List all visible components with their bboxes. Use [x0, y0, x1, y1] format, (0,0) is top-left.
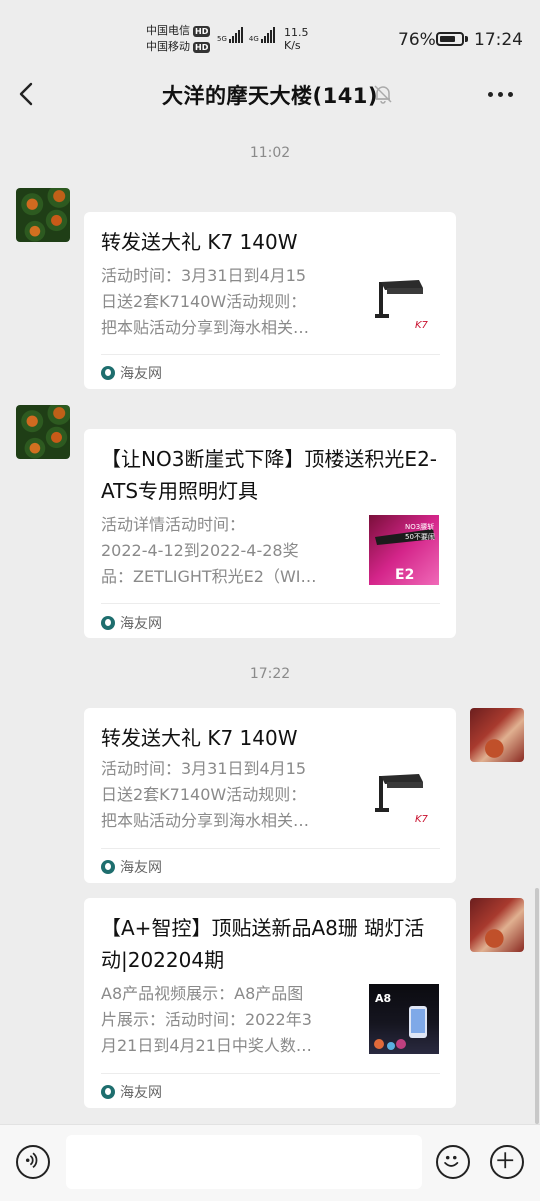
source-logo-icon	[101, 616, 115, 630]
card-source: 海友网	[101, 857, 162, 877]
signal-icons: 5G 4G	[217, 27, 275, 43]
hd-badge: HD	[193, 41, 211, 53]
svg-text:E2: E2	[395, 567, 414, 583]
chat-timestamp: 17:22	[249, 666, 291, 682]
svg-text:K7: K7	[415, 814, 429, 825]
card-title: 转发送大礼 K7 140W	[101, 726, 298, 750]
link-card[interactable]: 转发送大礼 K7 140W 活动时间：3月31日到4月15 日送2套K7140W活…	[84, 708, 456, 883]
carrier-info: 中国电信 HD 中国移动 HD	[146, 23, 211, 55]
card-title: 【A+智控】顶贴送新品A8珊 瑚灯活动|202204期	[101, 916, 425, 972]
carrier-1: 中国电信	[146, 24, 190, 37]
card-description: 活动详情活动时间： 2022-4-12到2022-4-28奖 品：ZETLIGHT积…	[101, 515, 317, 586]
scrollbar[interactable]	[535, 888, 539, 1124]
link-card[interactable]: 【让NO3断崖式下降】顶楼送积光E2-ATS专用照明灯具 活动详情活动时间： 20…	[84, 429, 456, 638]
card-source: 海友网	[101, 1082, 162, 1102]
source-logo-icon	[101, 366, 115, 380]
link-card[interactable]: 转发送大礼 K7 140W 活动时间：3月31日到4月15 日送2套K7140W活…	[84, 212, 456, 389]
card-thumbnail: K7	[369, 768, 439, 838]
battery-icon	[436, 32, 464, 46]
plus-circle-icon[interactable]	[490, 1145, 524, 1179]
message-input[interactable]	[66, 1135, 422, 1189]
card-source: 海友网	[101, 613, 162, 633]
input-bar	[0, 1124, 540, 1201]
signal-4g-icon: 4G	[249, 27, 275, 43]
card-title: 【让NO3断崖式下降】顶楼送积光E2-ATS专用照明灯具	[101, 447, 438, 503]
bell-off-icon	[374, 85, 392, 104]
card-description: 活动时间：3月31日到4月15 日送2套K7140W活动规则： 把本贴活动分享到海水…	[101, 759, 310, 830]
svg-text:A8: A8	[375, 992, 391, 1005]
avatar[interactable]	[16, 405, 70, 459]
voice-icon[interactable]	[16, 1145, 50, 1179]
card-thumbnail: NO3腰斩 50不要闹 E2	[369, 515, 439, 585]
svg-text:NO3腰斩: NO3腰斩	[405, 522, 434, 531]
card-thumbnail: A8	[369, 984, 439, 1054]
chat-title: 大洋的摩天大楼(141)	[161, 84, 379, 108]
chat-timestamp: 11:02	[249, 145, 291, 161]
source-logo-icon	[101, 1085, 115, 1099]
status-time: 17:24	[474, 30, 523, 50]
source-logo-icon	[101, 860, 115, 874]
svg-text:K7: K7	[415, 320, 429, 331]
network-speed: 11.5 K/s	[284, 26, 309, 52]
more-dots-icon[interactable]	[488, 92, 513, 97]
signal-5g-icon: 5G	[217, 27, 243, 43]
chat-header: 大洋的摩天大楼(141)	[0, 62, 540, 126]
battery-percent: 76%	[398, 30, 436, 50]
svg-text:50不要闹: 50不要闹	[405, 533, 435, 541]
avatar[interactable]	[16, 188, 70, 242]
card-thumbnail: K7	[369, 274, 439, 344]
avatar[interactable]	[470, 898, 524, 952]
card-title: 转发送大礼 K7 140W	[101, 230, 298, 254]
carrier-2: 中国移动	[146, 40, 190, 53]
card-description: 活动时间：3月31日到4月15 日送2套K7140W活动规则： 把本贴活动分享到海水…	[101, 266, 310, 337]
status-bar: 中国电信 HD 中国移动 HD 5G 4G 11.5 K/s 76% 17:24	[0, 0, 540, 62]
link-card[interactable]: 【A+智控】顶贴送新品A8珊 瑚灯活动|202204期 A8产品视频展示：A8产…	[84, 898, 456, 1108]
card-source: 海友网	[101, 363, 162, 383]
emoji-icon[interactable]	[436, 1145, 470, 1179]
card-description: A8产品视频展示：A8产品图 片展示：活动时间：2022年3 月21日到4月21日中…	[101, 984, 312, 1055]
avatar[interactable]	[470, 708, 524, 762]
hd-badge: HD	[193, 25, 211, 37]
